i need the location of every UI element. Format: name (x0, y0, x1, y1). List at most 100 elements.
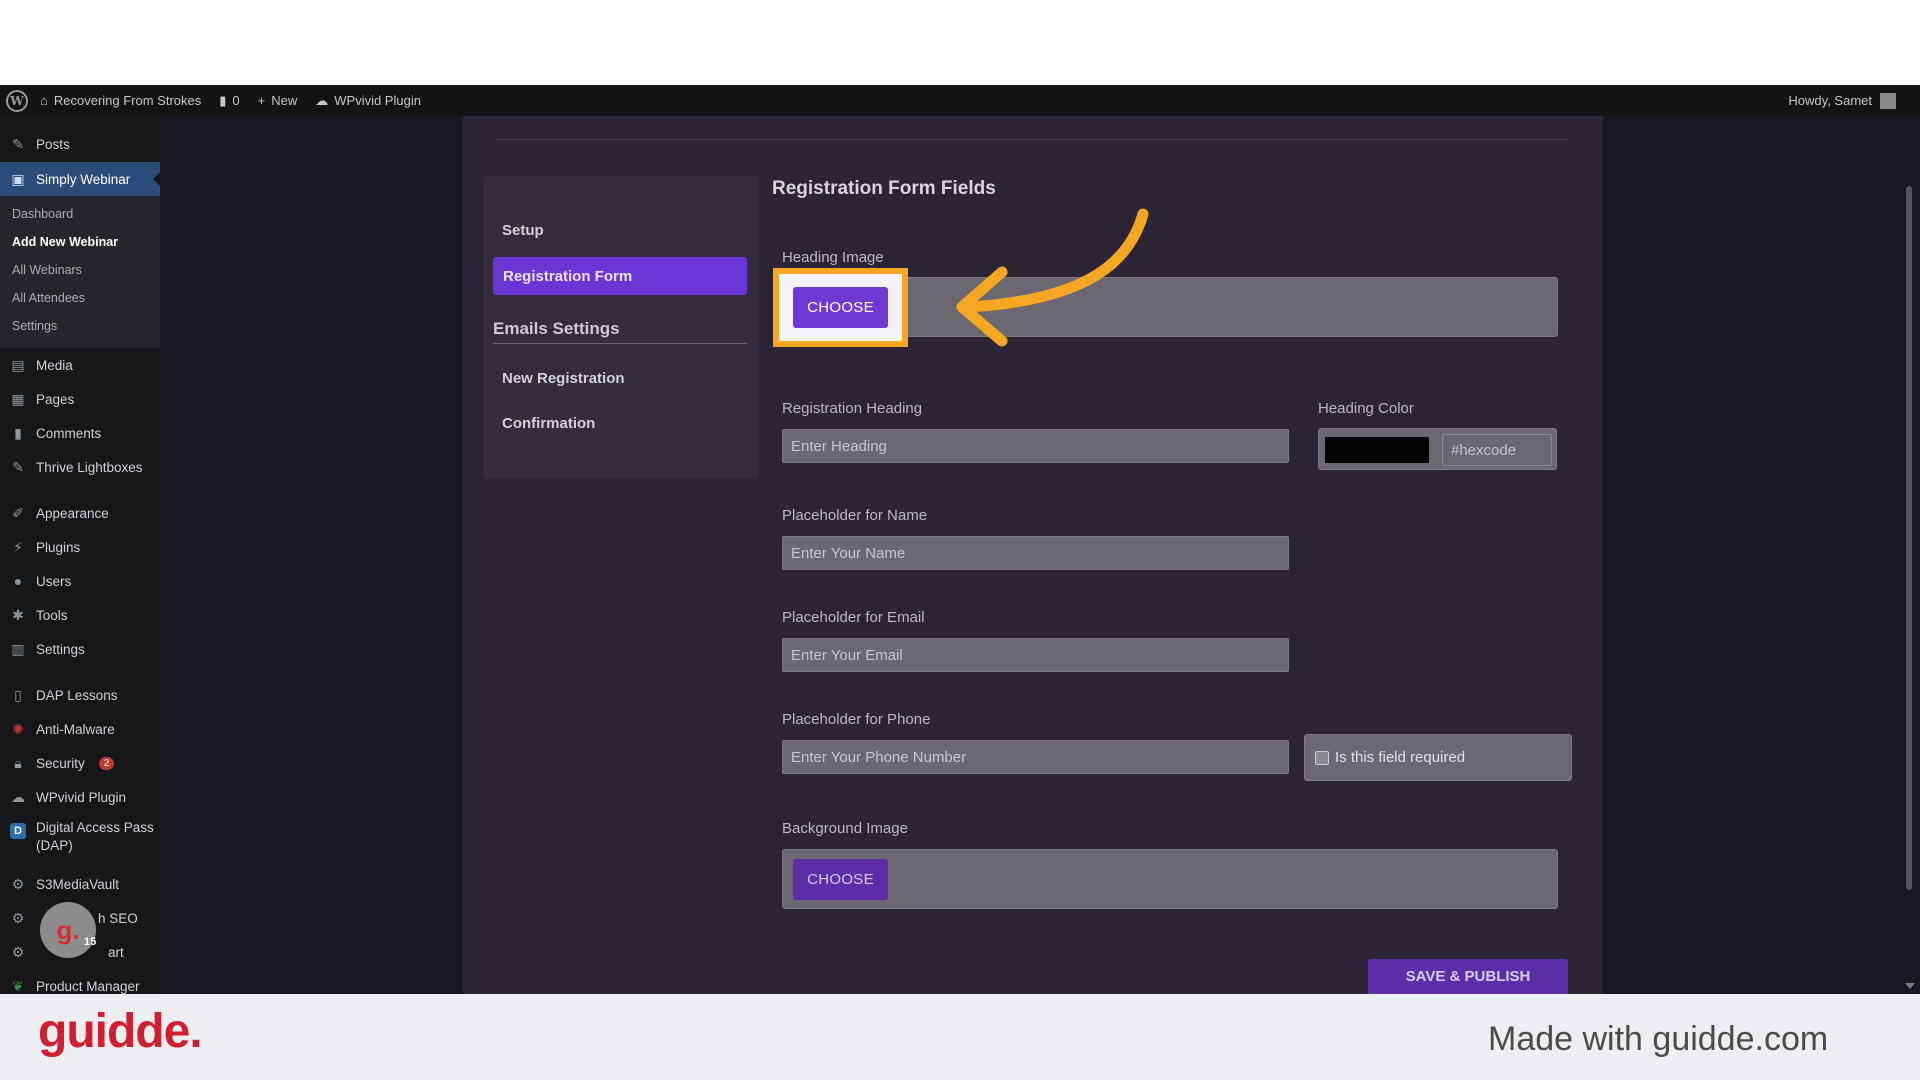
sidebar-item-label: S3MediaVault (36, 876, 120, 892)
guidde-bubble-letter: g. (56, 914, 80, 945)
sidebar-item-wpvivid[interactable]: ☁ WPvivid Plugin (0, 783, 160, 811)
wp-admin-bar: W ⌂ Recovering From Strokes ▮ 0 + New ☁ … (0, 85, 1920, 116)
sidebar-item-label: Anti-Malware (36, 721, 115, 737)
home-icon: ⌂ (40, 93, 48, 108)
wpvivid-adminbar-label: WPvivid Plugin (334, 93, 421, 108)
sidebar-item-simply-webinar[interactable]: ▣ Simply Webinar (0, 162, 160, 196)
sidebar-item-plugins[interactable]: ⚡ Plugins (0, 533, 160, 561)
dap-icon: D (10, 823, 26, 839)
guidde-bubble[interactable]: g. (40, 902, 96, 958)
email-placeholder-label: Placeholder for Email (782, 609, 925, 626)
settings-sliders-icon: ▥ (11, 640, 25, 657)
sidebar-item-dap-lessons[interactable]: ▯ DAP Lessons (0, 681, 160, 709)
gear-icon: ⚙ (11, 909, 25, 926)
nav-heading-divider (493, 343, 747, 344)
sidebar-item-s3mediavault[interactable]: ⚙ S3MediaVault (0, 870, 160, 898)
dap-label-line2: (DAP) (36, 838, 73, 853)
sidebar-item-label: Plugins (36, 539, 81, 555)
sidebar-item-label: Simply Webinar (36, 171, 131, 187)
nav-confirmation[interactable]: Confirmation (502, 415, 595, 432)
sidebar-item-label: Product Manager (36, 978, 140, 994)
sidebar-item-media[interactable]: ▤ Media (0, 351, 160, 379)
sidebar-item-label: art (108, 944, 124, 960)
sidebar-item-appearance[interactable]: ✐ Appearance (0, 499, 160, 527)
sidebar-item-users[interactable]: ● Users (0, 567, 160, 595)
form-title: Registration Form Fields (772, 178, 996, 199)
lock-icon: 🔒︎ (14, 754, 22, 771)
registration-heading-input[interactable]: Enter Heading (782, 429, 1289, 463)
wordpress-logo-icon[interactable]: W (6, 89, 28, 112)
registration-heading-label: Registration Heading (782, 400, 923, 417)
site-name-link[interactable]: ⌂ Recovering From Strokes (40, 93, 201, 108)
arrow-annotation-icon (956, 208, 1149, 347)
sidebar-item-thrive-lightboxes[interactable]: ✎ Thrive Lightboxes (0, 453, 160, 481)
sidebar-item-dap[interactable]: D Digital Access Pass (DAP) (0, 819, 160, 857)
sidebar-item-settings[interactable]: ▥ Settings (0, 635, 160, 663)
heading-color-label: Heading Color (1318, 400, 1414, 417)
phone-placeholder-label: Placeholder for Phone (782, 711, 931, 728)
sidebar-item-product-manager[interactable]: ❦ Product Manager (0, 972, 160, 994)
sidebar-item-anti-malware[interactable]: ✺ Anti-Malware (0, 715, 160, 743)
gear-icon: ⚙ (11, 875, 25, 892)
sidebar-item-pages[interactable]: ▦ Pages (0, 385, 160, 413)
background-image-choose-button[interactable]: CHOOSE (793, 859, 888, 900)
background-image-upload (782, 849, 1558, 909)
required-checkbox[interactable] (1315, 750, 1329, 765)
sidebar-item-tools[interactable]: ✱ Tools (0, 601, 160, 629)
comments-count: 0 (232, 93, 240, 108)
submenu-all-webinars[interactable]: All Webinars (12, 263, 82, 277)
account-menu[interactable]: Howdy, Samet (1788, 85, 1896, 116)
sidebar-item-security[interactable]: 🔒︎ Security 2 (0, 749, 160, 777)
comments-icon: ▮ (14, 424, 22, 441)
sidebar-item-label: WPvivid Plugin (36, 789, 127, 805)
new-content-link[interactable]: + New (258, 93, 298, 108)
email-placeholder-input[interactable]: Enter Your Email (782, 638, 1289, 672)
submenu-settings[interactable]: Settings (12, 319, 57, 333)
site-name-label: Recovering From Strokes (53, 93, 202, 108)
page-scrollbar[interactable] (1906, 186, 1912, 890)
sidebar-item-label: Appearance (36, 505, 109, 521)
leaf-icon: ❦ (12, 977, 24, 994)
save-publish-button[interactable]: SAVE & PUBLISH (1368, 959, 1568, 994)
media-icon: ▤ (11, 356, 25, 373)
plug-icon: ⚡ (13, 538, 23, 555)
background-image-label: Background Image (782, 820, 908, 837)
nav-setup[interactable]: Setup (502, 222, 544, 239)
admin-sidebar: ✎ Posts ▣ Simply Webinar Dashboard Add N… (0, 116, 160, 994)
cloud-icon: ☁ (11, 788, 25, 805)
nav-emails-settings-heading: Emails Settings (493, 319, 620, 338)
avatar (1880, 92, 1896, 109)
nav-registration-form[interactable]: Registration Form (493, 257, 747, 295)
submenu-add-new-webinar[interactable]: Add New Webinar (12, 235, 118, 249)
sidebar-item-label: DAP Lessons (36, 687, 118, 703)
simply-webinar-submenu: Dashboard Add New Webinar All Webinars A… (0, 196, 160, 348)
plus-icon: + (257, 93, 266, 108)
sidebar-item-label: Users (36, 573, 72, 589)
name-placeholder-input[interactable]: Enter Your Name (782, 536, 1289, 570)
dap-label-line1: Digital Access Pass (36, 820, 154, 835)
brush-icon: ✐ (12, 504, 24, 521)
name-placeholder-label: Placeholder for Name (782, 507, 928, 524)
user-icon: ● (13, 573, 23, 589)
pages-icon: ▦ (11, 390, 25, 407)
nav-new-registration[interactable]: New Registration (502, 370, 625, 387)
phone-required-toggle[interactable]: Is this field required (1304, 734, 1572, 781)
sidebar-item-label: Thrive Lightboxes (36, 459, 143, 475)
hex-input[interactable]: #hexcode (1442, 434, 1552, 466)
color-swatch[interactable] (1325, 437, 1429, 463)
sidebar-item-posts[interactable]: ✎ Posts (0, 130, 160, 158)
sidebar-item-label: Digital Access Pass (DAP) (36, 819, 154, 855)
sidebar-item-comments[interactable]: ▮ Comments (0, 419, 160, 447)
guidde-logo: guidde. (38, 1005, 203, 1058)
panel-divider (497, 139, 1567, 140)
wpvivid-adminbar-link[interactable]: ☁ WPvivid Plugin (315, 93, 421, 109)
submenu-all-attendees[interactable]: All Attendees (12, 291, 85, 305)
submenu-dashboard[interactable]: Dashboard (12, 207, 73, 221)
phone-placeholder-input[interactable]: Enter Your Phone Number (782, 740, 1289, 774)
sidebar-item-label: h SEO (98, 910, 138, 926)
comments-link[interactable]: ▮ 0 (219, 93, 239, 109)
howdy-text: Howdy, Samet (1788, 93, 1872, 108)
heading-image-choose-button[interactable]: CHOOSE (793, 287, 888, 328)
heading-image-label: Heading Image (782, 249, 884, 266)
scroll-down-icon[interactable] (1905, 983, 1915, 989)
